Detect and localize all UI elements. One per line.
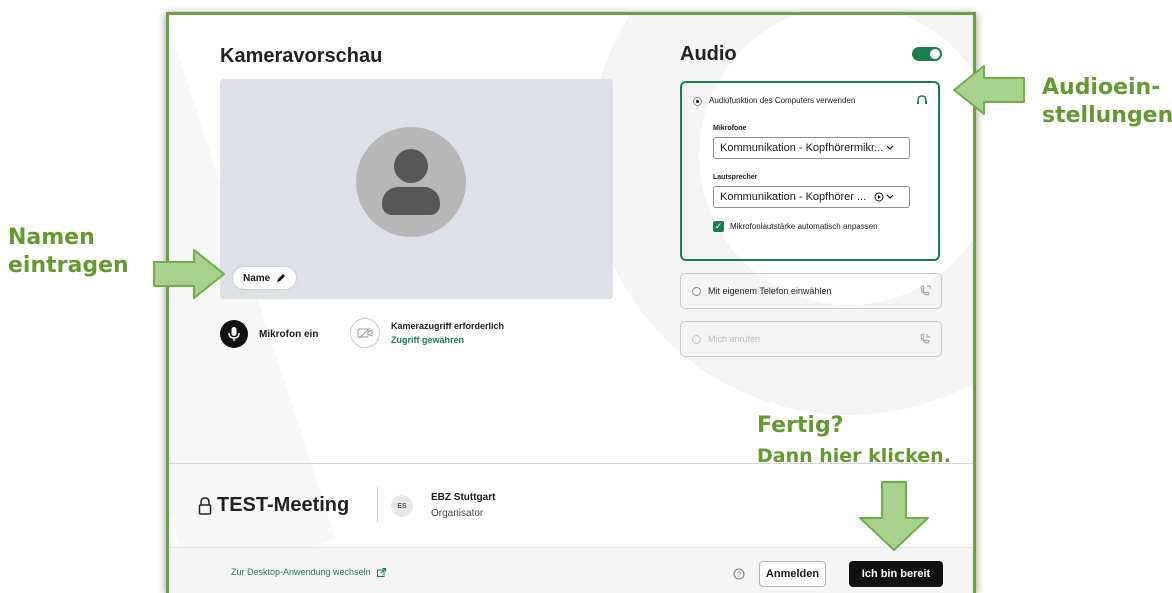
speaker-heading: Lautsprecher — [713, 174, 758, 181]
computer-audio-option[interactable]: Audiofunktion des Computers verwenden Mi… — [680, 81, 940, 261]
chevron-down-icon — [886, 194, 894, 199]
meeting-join-window: Kameravorschau Name Mikrofon ein Kameraz… — [166, 12, 976, 593]
name-edit-button[interactable]: Name — [233, 267, 297, 289]
call-me-label: Mich anrufen — [708, 334, 761, 344]
phone-dialin-option[interactable]: Mit eigenem Telefon einwählen — [680, 273, 942, 309]
avatar-body — [382, 187, 440, 215]
phone-dialin-radio[interactable] — [692, 287, 701, 296]
annotation-done-hint: Fertig? Dann hier klicken. — [757, 412, 951, 470]
microphone-icon — [228, 327, 240, 341]
organizer-avatar: ES — [391, 495, 413, 517]
chevron-down-icon — [886, 145, 894, 150]
pencil-icon — [277, 274, 286, 282]
speaker-select-value: Kommunikation - Kopfhörer ... — [720, 191, 867, 203]
auto-gain-checkbox[interactable]: ✓ — [713, 221, 724, 232]
camera-preview: Name — [220, 79, 613, 299]
arrow-right-icon — [153, 249, 225, 299]
phone-incoming-icon — [920, 285, 931, 296]
microphone-toggle-button[interactable] — [220, 320, 248, 348]
desktop-app-link[interactable]: Zur Desktop-Anwendung wechseln — [231, 567, 386, 577]
ready-button[interactable]: Ich bin bereit — [849, 561, 943, 587]
call-me-option[interactable]: Mich anrufen — [680, 321, 942, 357]
arrow-down-icon — [859, 481, 929, 551]
camera-toggle-button[interactable] — [350, 318, 380, 348]
annotation-line: Namen — [8, 225, 95, 250]
help-icon[interactable]: ? — [733, 568, 745, 580]
avatar — [356, 127, 466, 237]
camera-access-label: Kamerazugriff erforderlich — [391, 321, 505, 331]
camera-preview-title: Kameravorschau — [220, 45, 383, 67]
annotation-line: Audioein- — [1042, 75, 1161, 100]
annotation-line: Fertig? — [757, 413, 844, 438]
call-me-radio[interactable] — [692, 335, 701, 344]
annotation-name-hint: Namen eintragen — [8, 224, 129, 280]
meeting-title: TEST-Meeting — [217, 494, 350, 516]
desktop-app-link-label: Zur Desktop-Anwendung wechseln — [231, 567, 371, 577]
auto-gain-label: Mikrofonlautstärke automatisch anpassen — [730, 222, 878, 231]
lock-icon — [198, 497, 212, 515]
play-test-icon[interactable] — [874, 192, 884, 202]
organizer-name: EBZ Stuttgart — [431, 492, 496, 503]
annotation-line: stellungen — [1042, 103, 1172, 128]
footer-bar: Zur Desktop-Anwendung wechseln ? Anmelde… — [169, 547, 973, 593]
phone-dialin-label: Mit eigenem Telefon einwählen — [708, 286, 832, 296]
headset-icon — [917, 95, 927, 104]
phone-outgoing-icon — [920, 333, 930, 344]
external-link-icon — [376, 567, 386, 577]
microphone-select-value: Kommunikation - Kopfhörermikr... — [720, 142, 884, 154]
camera-off-icon — [357, 327, 373, 339]
grant-access-link[interactable]: Zugriff gewähren — [391, 335, 464, 345]
audio-toggle[interactable] — [912, 47, 942, 61]
annotation-audio-hint: Audioein- stellungen — [1042, 74, 1172, 130]
audio-title: Audio — [680, 43, 737, 65]
avatar-head — [394, 149, 428, 183]
speaker-select[interactable]: Kommunikation - Kopfhörer ... — [713, 186, 910, 208]
organizer-role: Organisator — [431, 508, 484, 519]
computer-audio-label: Audiofunktion des Computers verwenden — [709, 96, 856, 105]
microphone-label: Mikrofon ein — [259, 329, 319, 340]
annotation-line: eintragen — [8, 253, 129, 278]
signin-button[interactable]: Anmelden — [759, 561, 826, 587]
computer-audio-radio[interactable] — [693, 97, 702, 106]
annotation-line: Dann hier klicken. — [757, 445, 951, 467]
name-label: Name — [243, 272, 271, 284]
arrow-left-icon — [953, 65, 1025, 115]
svg-text:?: ? — [737, 572, 741, 579]
microphone-heading: Mikrofone — [713, 125, 747, 132]
meeting-divider — [377, 487, 378, 523]
microphone-select[interactable]: Kommunikation - Kopfhörermikr... — [713, 137, 910, 159]
